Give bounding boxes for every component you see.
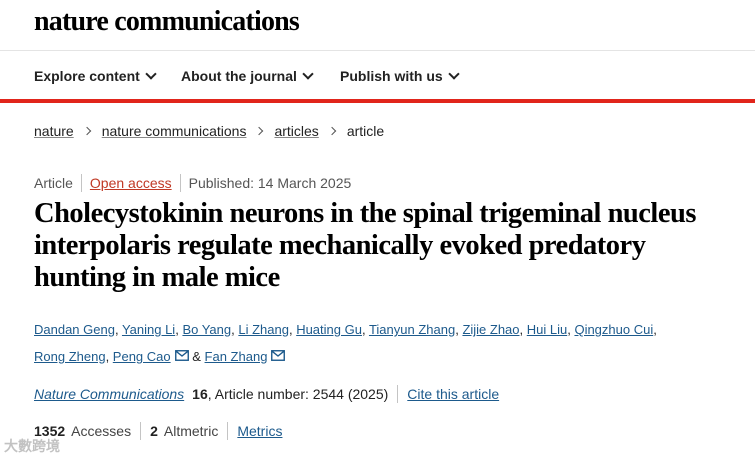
metrics-link[interactable]: Metrics	[237, 423, 282, 439]
nav-label: Explore content	[34, 68, 140, 84]
article-title: Cholecystokinin neurons in the spinal tr…	[34, 198, 696, 293]
citation-line: Nature Communications 16 , Article numbe…	[34, 385, 499, 403]
nav-publish-with-us[interactable]: Publish with us	[340, 68, 460, 84]
author-link[interactable]: Yaning Li	[122, 322, 175, 337]
article-number: , Article number: 2544 (2025)	[207, 386, 389, 402]
author-link[interactable]: Bo Yang	[182, 322, 231, 337]
author-link[interactable]: Hui Liu	[527, 322, 567, 337]
accesses-label: Accesses	[71, 423, 132, 439]
author-name: Peng Cao	[112, 349, 171, 364]
volume: 16	[192, 386, 208, 402]
nav-explore-content[interactable]: Explore content	[34, 68, 157, 84]
site-header: nature communications	[0, 0, 755, 51]
author-ampersand: &	[192, 349, 201, 364]
chevron-right-icon	[82, 126, 91, 136]
divider	[140, 422, 142, 440]
author-link[interactable]: Zijie Zhao	[462, 322, 519, 337]
nav-about-journal[interactable]: About the journal	[181, 68, 314, 84]
author-list: Dandan Geng, Yaning Li, Bo Yang, Li Zhan…	[34, 322, 657, 364]
journal-logo[interactable]: nature communications	[34, 6, 300, 38]
cite-this-article-link[interactable]: Cite this article	[407, 386, 499, 402]
breadcrumb: nature nature communications articles ar…	[34, 123, 384, 139]
breadcrumb-nature[interactable]: nature	[34, 123, 74, 139]
altmetric-label: Altmetric	[163, 423, 219, 439]
author-link[interactable]: Rong Zheng	[34, 349, 106, 364]
chevron-right-icon	[255, 126, 264, 136]
article-type: Article	[34, 175, 73, 191]
chevron-down-icon	[145, 68, 157, 80]
divider	[80, 174, 82, 192]
divider	[397, 385, 399, 403]
author-link[interactable]: Huating Gu	[296, 322, 362, 337]
open-access-link[interactable]: Open access	[90, 175, 172, 191]
chevron-down-icon	[448, 68, 460, 80]
author-link-corresponding[interactable]: Peng Cao	[113, 349, 189, 364]
chevron-right-icon	[327, 126, 337, 136]
main-nav: Explore content About the journal Publis…	[0, 51, 755, 100]
envelope-icon	[174, 350, 189, 361]
published-date: Published: 14 March 2025	[188, 175, 352, 191]
author-link-corresponding[interactable]: Fan Zhang	[205, 349, 286, 364]
divider	[179, 174, 181, 192]
journal-link[interactable]: Nature Communications	[34, 386, 184, 402]
breadcrumb-articles[interactable]: articles	[274, 123, 318, 139]
watermark: 大數跨境	[4, 438, 60, 454]
article-meta: Article Open access Published: 14 March …	[34, 174, 351, 192]
divider	[227, 422, 229, 440]
nav-label: About the journal	[181, 68, 297, 84]
breadcrumb-current: article	[346, 123, 385, 139]
breadcrumb-nature-communications[interactable]: nature communications	[102, 123, 247, 139]
altmetric-count: 2	[150, 423, 158, 439]
envelope-icon	[271, 350, 286, 361]
author-link[interactable]: Dandan Geng	[34, 322, 115, 337]
author-link[interactable]: Tianyun Zhang	[369, 322, 455, 337]
author-name: Fan Zhang	[204, 349, 268, 364]
nav-label: Publish with us	[340, 68, 443, 84]
author-link[interactable]: Li Zhang	[238, 322, 289, 337]
metrics-bar: 1352 Accesses 2 Altmetric Metrics	[34, 422, 282, 440]
author-link[interactable]: Qingzhuo Cui	[574, 322, 653, 337]
accent-divider	[0, 99, 755, 103]
chevron-down-icon	[302, 68, 314, 80]
